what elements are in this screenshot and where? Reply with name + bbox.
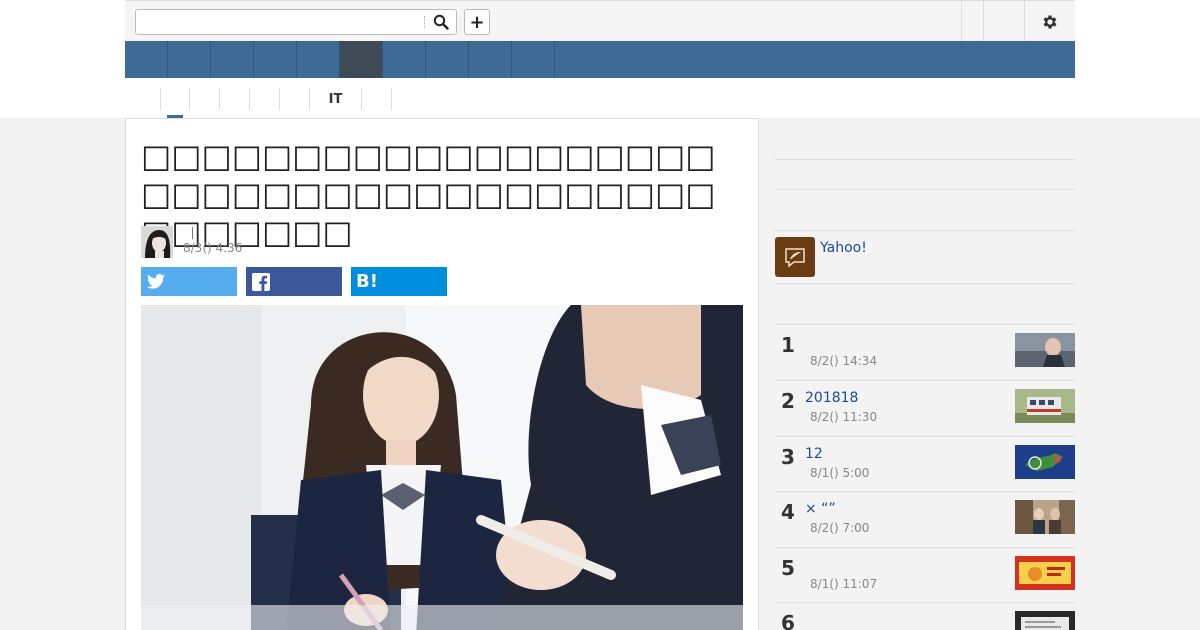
nav-item[interactable] bbox=[383, 41, 426, 78]
sidebar-divider bbox=[775, 283, 1075, 284]
rank-number: 5 bbox=[781, 556, 795, 580]
article-card: □□□□□□□□□□□□□□□□□□□□□□□□□□□□□□□□□□□□□□□□… bbox=[125, 118, 759, 630]
nav-item[interactable] bbox=[469, 41, 512, 78]
rank-title[interactable]: × “” bbox=[805, 501, 836, 517]
yahoo-news-icon[interactable] bbox=[775, 237, 815, 277]
subnav-item-it[interactable]: IT bbox=[310, 88, 362, 110]
rank-date: 8/2() 7:00 bbox=[810, 521, 870, 535]
sidebar-divider bbox=[775, 159, 1075, 160]
nav-item-active[interactable] bbox=[340, 41, 383, 78]
search-input[interactable] bbox=[142, 14, 422, 30]
rank-thumbnail[interactable] bbox=[1015, 333, 1075, 367]
rank-thumbnail[interactable] bbox=[1015, 611, 1075, 630]
rank-number: 1 bbox=[781, 333, 795, 357]
hatena-bookmark-button[interactable]: B! bbox=[351, 267, 447, 296]
facebook-icon bbox=[252, 272, 270, 291]
author-separator bbox=[192, 227, 193, 239]
rank-thumbnail[interactable] bbox=[1015, 556, 1075, 590]
search-icon bbox=[433, 14, 449, 30]
nav-item[interactable] bbox=[512, 41, 555, 78]
ranking-item[interactable]: 3 12 8/1() 5:00 bbox=[775, 436, 1075, 491]
twitter-icon bbox=[147, 274, 165, 289]
facebook-share-button[interactable] bbox=[246, 267, 342, 296]
settings-button[interactable] bbox=[1039, 11, 1061, 33]
rank-title[interactable]: 201818 bbox=[805, 390, 858, 406]
rank-date: 8/2() 14:34 bbox=[810, 354, 878, 368]
rank-date: 8/2() 11:30 bbox=[810, 410, 878, 424]
subnav-item[interactable] bbox=[362, 88, 392, 110]
masthead-divider bbox=[961, 1, 962, 41]
rank-thumbnail[interactable] bbox=[1015, 445, 1075, 479]
nav-item[interactable] bbox=[426, 41, 469, 78]
ranking-item[interactable]: 2 201818 8/2() 11:30 bbox=[775, 380, 1075, 435]
rank-date: 8/1() 11:07 bbox=[810, 577, 878, 591]
nav-item[interactable] bbox=[297, 41, 340, 78]
rank-number: 4 bbox=[781, 500, 795, 524]
masthead-divider bbox=[1024, 1, 1025, 41]
twitter-share-button[interactable] bbox=[141, 267, 237, 296]
author-avatar[interactable] bbox=[141, 226, 173, 258]
subnav-item[interactable] bbox=[160, 88, 190, 110]
subnav-item[interactable] bbox=[220, 88, 250, 110]
yahoo-link[interactable]: Yahoo! bbox=[820, 240, 867, 256]
rank-number: 3 bbox=[781, 445, 795, 469]
subnav-item[interactable] bbox=[250, 88, 280, 110]
masthead-divider bbox=[983, 1, 984, 41]
nav-item[interactable] bbox=[211, 41, 254, 78]
sidebar-divider bbox=[775, 230, 1075, 231]
nav-item[interactable] bbox=[125, 41, 168, 78]
ranking-item[interactable]: 6 bbox=[775, 602, 1075, 630]
subnav-item[interactable] bbox=[280, 88, 310, 110]
search-button[interactable] bbox=[429, 12, 453, 32]
sidebar-divider bbox=[775, 189, 1075, 190]
add-button[interactable]: + bbox=[464, 9, 490, 35]
rank-thumbnail[interactable] bbox=[1015, 500, 1075, 534]
subnav-item[interactable] bbox=[190, 88, 220, 110]
search-divider bbox=[424, 16, 425, 28]
rank-number: 2 bbox=[781, 389, 795, 413]
search-box bbox=[135, 9, 457, 35]
ranking-item[interactable]: 1 8/2() 14:34 bbox=[775, 324, 1075, 379]
ranking-item[interactable]: 4 × “” 8/2() 7:00 bbox=[775, 491, 1075, 546]
ranking-item[interactable]: 5 8/1() 11:07 bbox=[775, 547, 1075, 602]
masthead: + bbox=[125, 0, 1075, 41]
nav-item[interactable] bbox=[254, 41, 297, 78]
rank-date: 8/1() 5:00 bbox=[810, 466, 870, 480]
category-nav bbox=[125, 41, 1075, 78]
rank-number: 6 bbox=[781, 611, 795, 630]
sub-category-nav: IT bbox=[160, 88, 392, 118]
article-title: □□□□□□□□□□□□□□□□□□□□□□□□□□□□□□□□□□□□□□□□… bbox=[141, 137, 716, 251]
article-hero-image bbox=[141, 305, 743, 630]
rank-thumbnail[interactable] bbox=[1015, 389, 1075, 423]
gear-icon bbox=[1043, 15, 1057, 29]
feather-pen-icon bbox=[785, 248, 805, 268]
nav-item[interactable] bbox=[168, 41, 211, 78]
rank-title[interactable]: 12 bbox=[805, 446, 823, 462]
post-date: 8/3() 4:36 bbox=[183, 241, 243, 255]
